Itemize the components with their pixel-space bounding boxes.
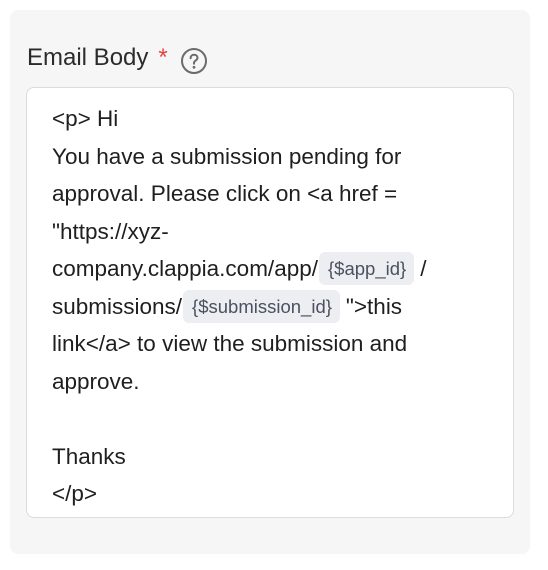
editor-line: company.clappia.com/app/{$app_id} /: [52, 250, 489, 288]
editor-blank-line: [52, 400, 489, 438]
editor-line: submissions/{$submission_id} ">this: [52, 288, 489, 326]
editor-line: <p> Hi: [52, 106, 119, 131]
editor-text: ">this: [345, 293, 403, 319]
editor-text: company.clappia.com/app/: [52, 256, 318, 281]
editor-line: </p>: [52, 481, 98, 506]
editor-line: Thanks: [52, 443, 126, 469]
required-marker: *: [158, 44, 168, 71]
submission-id-variable-chip[interactable]: {$submission_id}: [183, 289, 340, 323]
email-body-field-card: Email Body * <p> Hi You have a submissio…: [10, 10, 530, 554]
email-body-editor[interactable]: <p> Hi You have a submission pending for…: [26, 87, 514, 518]
editor-line: approve.: [52, 368, 140, 394]
editor-text: submissions/: [52, 293, 183, 319]
field-label-row: Email Body *: [27, 40, 208, 76]
editor-line: link</a> to view the submission and: [52, 331, 408, 356]
question-circle-icon[interactable]: [180, 47, 208, 75]
editor-text: /: [420, 256, 427, 281]
editor-line: approval. Please click on <a href =: [52, 181, 398, 206]
editor-line: You have a submission pending for: [52, 143, 402, 169]
field-label: Email Body: [27, 44, 149, 71]
app-id-variable-chip[interactable]: {$app_id}: [318, 252, 415, 285]
editor-line: "https://xyz-: [52, 218, 169, 244]
question-circle-icon-svg: [180, 48, 207, 74]
